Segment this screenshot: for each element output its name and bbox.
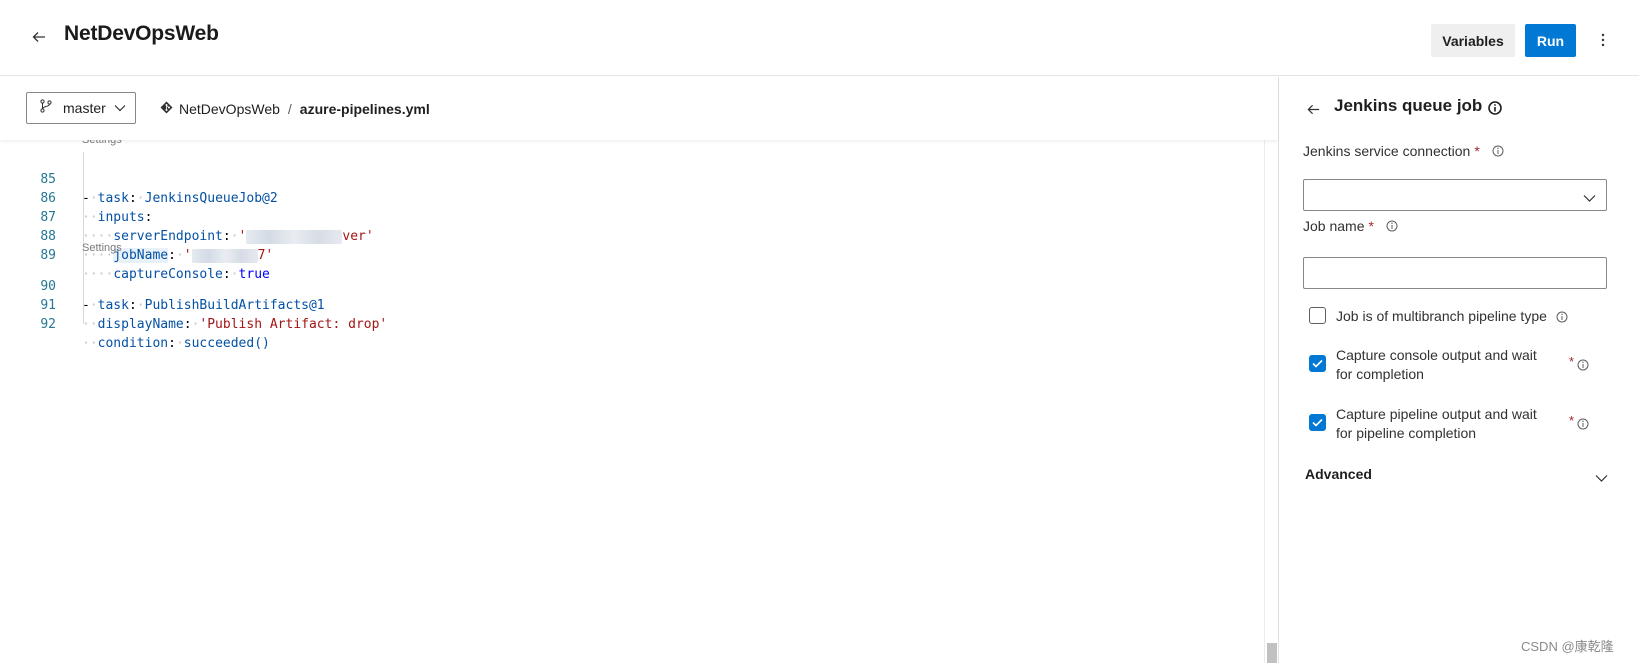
code-line: 86 ··inputs: <box>0 170 1260 225</box>
git-repo-icon <box>160 101 173 117</box>
chevron-down-icon[interactable] <box>1595 469 1608 487</box>
info-icon[interactable] <box>1577 358 1589 376</box>
chevron-down-icon <box>1583 189 1596 207</box>
info-icon[interactable] <box>1492 145 1504 157</box>
editor-scrollbar[interactable] <box>1264 140 1278 663</box>
breadcrumb-repo[interactable]: NetDevOpsWeb <box>179 101 280 117</box>
required-mark: * <box>1569 354 1575 369</box>
checkmark-icon <box>1312 359 1323 368</box>
info-icon[interactable] <box>1386 220 1398 232</box>
scrollbar-thumb[interactable] <box>1267 643 1277 663</box>
variables-button[interactable]: Variables <box>1431 24 1515 57</box>
capture-console-checkbox-row[interactable]: Capture console output and wait for comp… <box>1309 346 1549 384</box>
checkmark-icon <box>1312 418 1323 427</box>
task-settings-link[interactable]: Settings <box>82 242 122 254</box>
pipeline-header: NetDevOpsWeb Variables Run <box>0 0 1639 76</box>
branch-icon <box>39 98 53 118</box>
back-arrow-icon[interactable] <box>1303 99 1323 119</box>
info-icon[interactable] <box>1556 310 1568 328</box>
run-button[interactable]: Run <box>1525 24 1576 57</box>
capture-console-checkbox[interactable] <box>1309 355 1326 372</box>
code-line: 92 ··condition:·succeeded() <box>0 296 1260 351</box>
line-number: 92 <box>40 317 56 332</box>
code-line: 91 ··displayName:·'Publish Artifact: dro… <box>0 277 1260 332</box>
multibranch-checkbox-row[interactable]: Job is of multibranch pipeline type <box>1309 307 1547 326</box>
service-connection-label: Jenkins service connection * <box>1303 143 1504 159</box>
capture-pipeline-checkbox-row[interactable]: Capture pipeline output and wait for pip… <box>1309 405 1549 443</box>
job-name-label: Job name * <box>1303 218 1398 234</box>
code-line: 88 ····jobName:·' 7' <box>0 208 1260 263</box>
info-icon[interactable] <box>1488 101 1502 120</box>
breadcrumb: NetDevOpsWeb / azure-pipelines.yml <box>160 101 430 117</box>
task-assistant-panel: Jenkins queue job Jenkins service connec… <box>1278 77 1639 663</box>
capture-pipeline-label: Capture pipeline output and wait for pip… <box>1336 406 1537 441</box>
multibranch-label: Job is of multibranch pipeline type <box>1336 308 1547 324</box>
watermark: CSDN @康乾隆 <box>1521 639 1614 654</box>
yaml-editor[interactable]: Settings 85 -·task:·JenkinsQueueJob@2 86… <box>0 134 1264 663</box>
service-connection-dropdown[interactable] <box>1303 179 1607 211</box>
branch-name: master <box>63 100 106 116</box>
capture-pipeline-checkbox[interactable] <box>1309 414 1326 431</box>
advanced-section-toggle[interactable]: Advanced <box>1305 466 1372 482</box>
code-line: 87 ····serverEndpoint:·' ver' <box>0 189 1260 244</box>
code-line: 90 -·task:·PublishBuildArtifacts@1 <box>0 258 1260 313</box>
multibranch-checkbox[interactable] <box>1309 307 1326 324</box>
breadcrumb-separator: / <box>287 101 292 117</box>
back-arrow-icon[interactable] <box>28 26 50 48</box>
job-name-input[interactable] <box>1303 257 1607 289</box>
page-title: NetDevOpsWeb <box>64 22 219 45</box>
chevron-down-icon <box>114 104 126 112</box>
panel-title: Jenkins queue job <box>1334 96 1483 115</box>
breadcrumb-file[interactable]: azure-pipelines.yml <box>300 101 430 117</box>
code-line: 89 ····captureConsole:·true <box>0 227 1260 282</box>
branch-selector[interactable]: master <box>26 92 136 124</box>
code-line: 85 -·task:·JenkinsQueueJob@2 <box>0 151 1260 206</box>
capture-console-label: Capture console output and wait for comp… <box>1336 347 1537 382</box>
required-mark: * <box>1569 413 1575 428</box>
editor-toolbar: master NetDevOpsWeb / azure-pipelines.ym… <box>0 77 1278 140</box>
more-actions-icon[interactable] <box>1592 28 1614 52</box>
info-icon[interactable] <box>1577 417 1589 435</box>
